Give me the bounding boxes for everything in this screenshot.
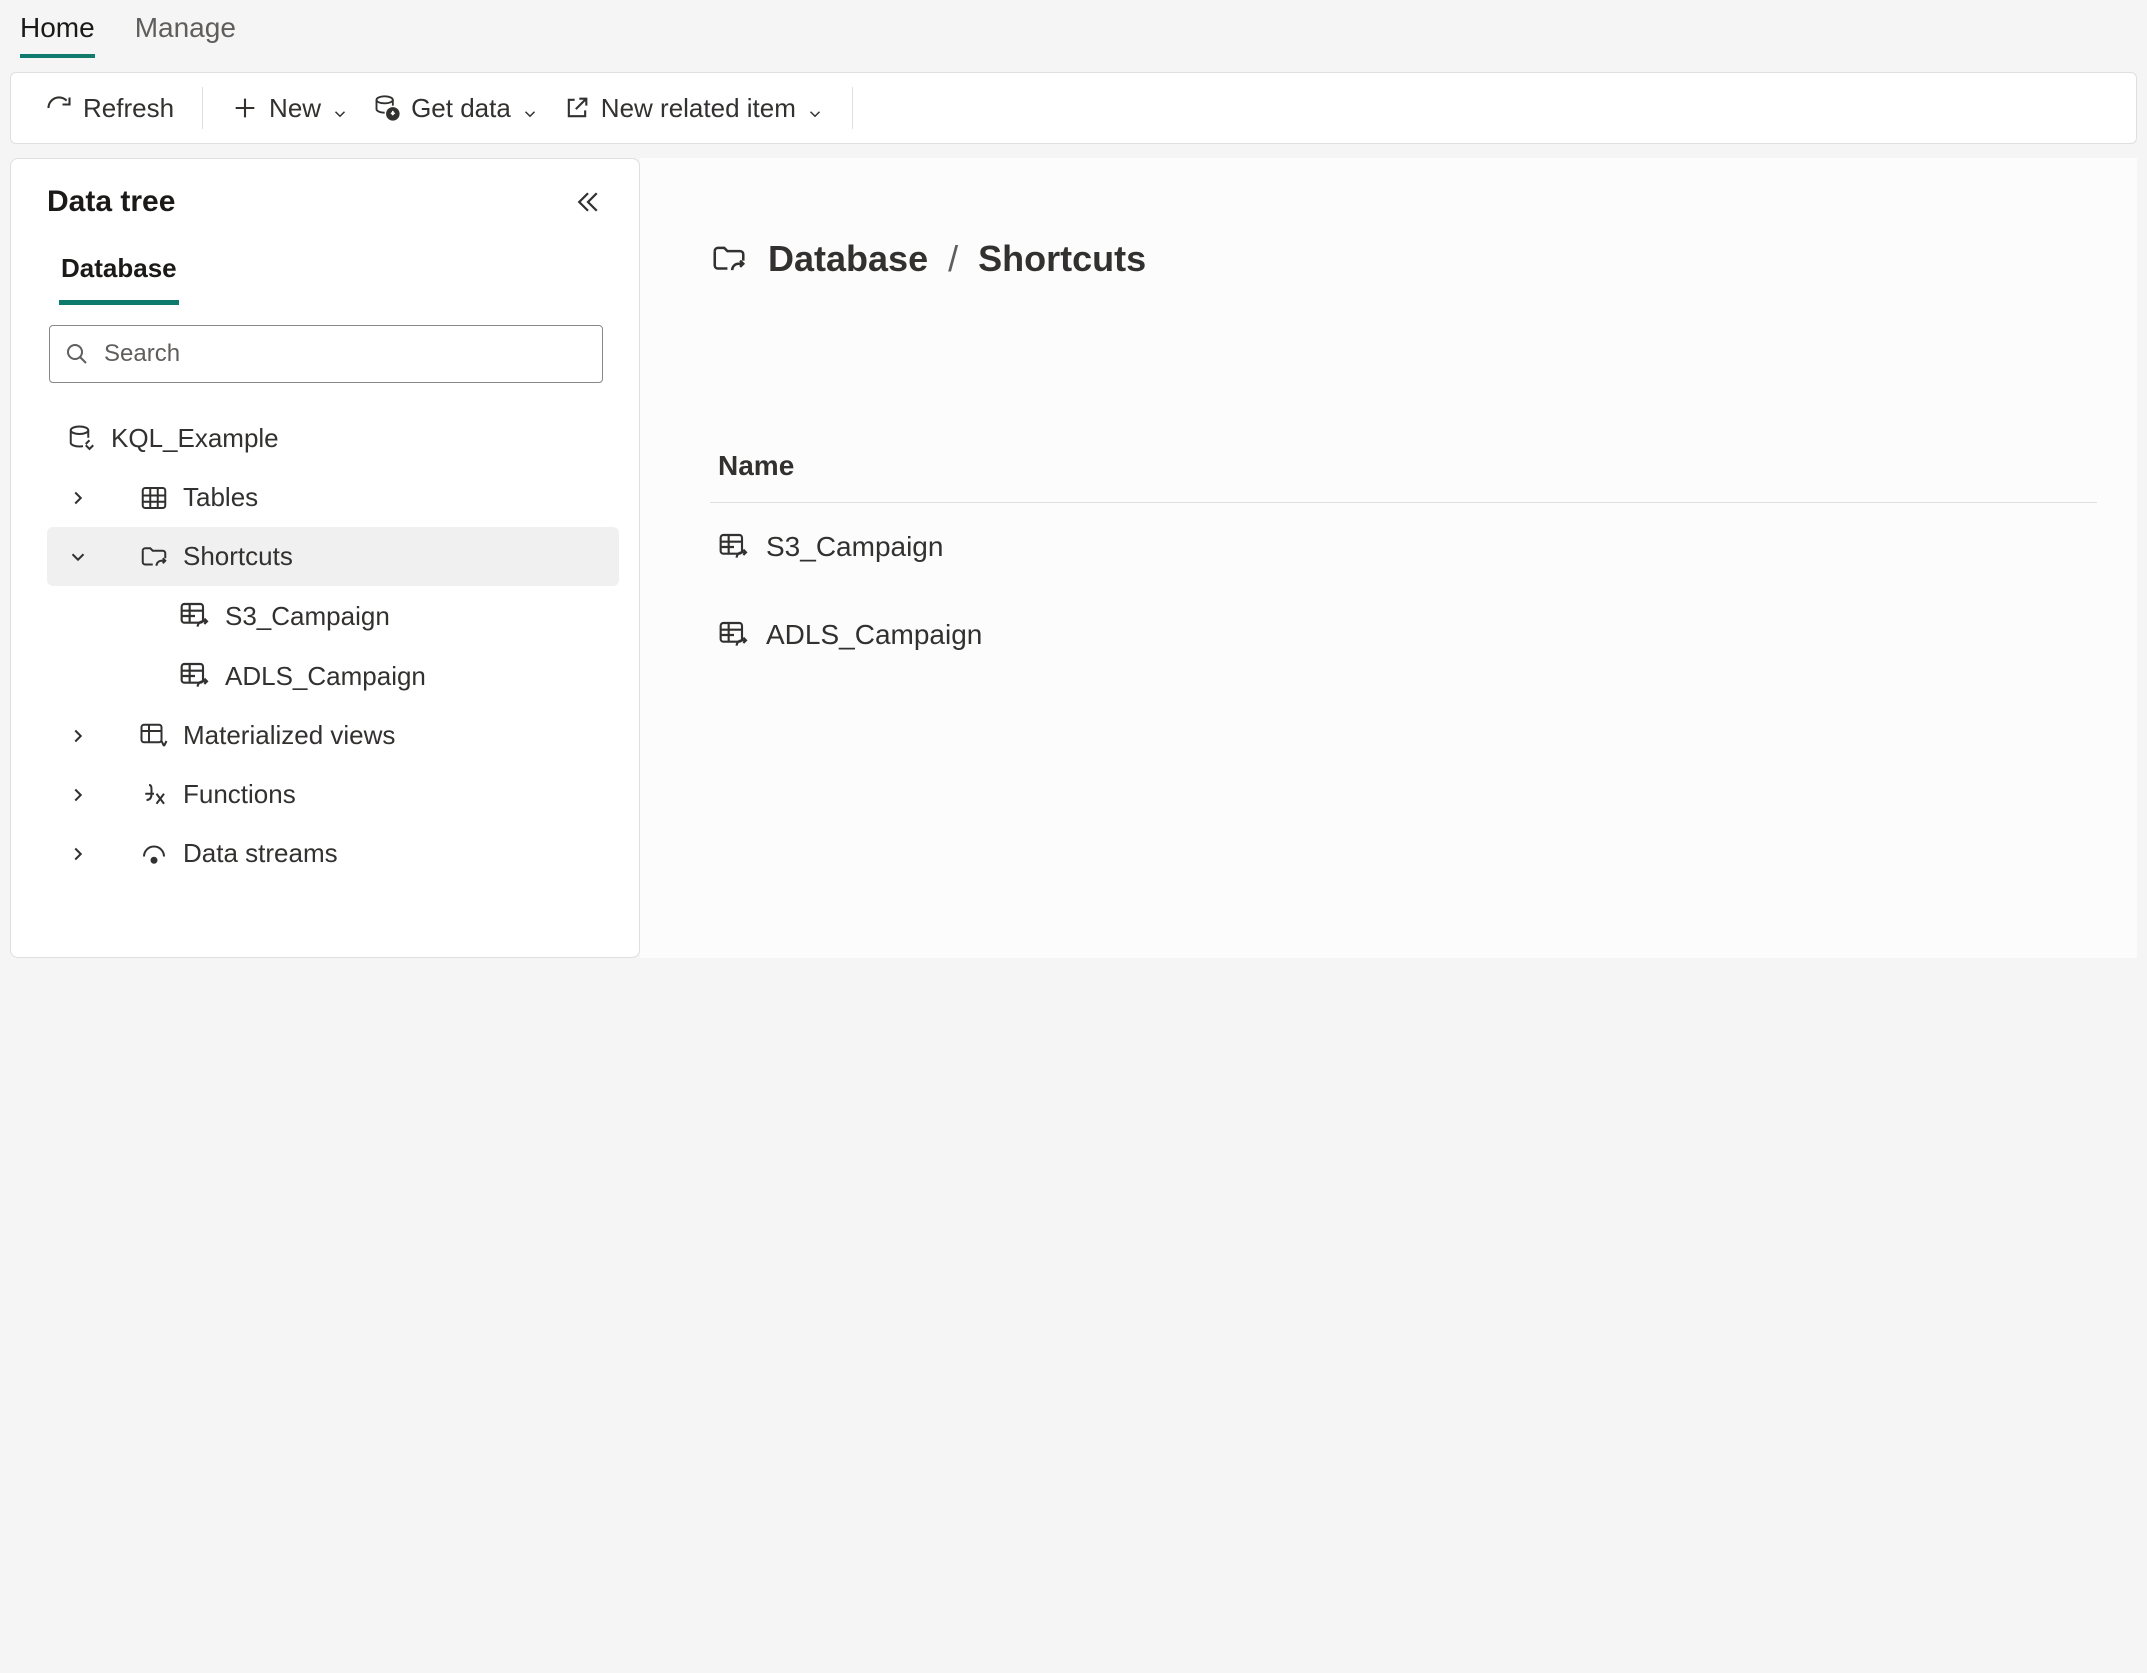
chevron-right-icon[interactable] bbox=[67, 487, 89, 509]
tree-label: Data streams bbox=[183, 838, 338, 869]
top-tabs: Home Manage bbox=[0, 0, 2147, 58]
tab-home[interactable]: Home bbox=[20, 12, 95, 58]
tree-item-s3-campaign[interactable]: S3_Campaign bbox=[47, 586, 619, 646]
toolbar: Refresh New Get data bbox=[10, 72, 2137, 144]
tree-label: Functions bbox=[183, 779, 296, 810]
database-icon bbox=[67, 424, 97, 454]
table-shortcut-icon bbox=[718, 619, 750, 651]
get-data-button[interactable]: Get data bbox=[365, 89, 547, 128]
search-icon bbox=[65, 342, 89, 366]
tree-label: Shortcuts bbox=[183, 541, 293, 572]
tree-label: ADLS_Campaign bbox=[225, 661, 426, 692]
tab-manage[interactable]: Manage bbox=[135, 12, 236, 58]
new-button[interactable]: New bbox=[223, 89, 357, 128]
new-related-item-button[interactable]: New related item bbox=[555, 89, 832, 128]
new-related-label: New related item bbox=[601, 93, 796, 124]
chevron-right-icon[interactable] bbox=[67, 784, 89, 806]
chevron-down-icon bbox=[331, 99, 349, 117]
sidebar-header: Data tree bbox=[11, 185, 639, 239]
tree-label: Tables bbox=[183, 482, 258, 513]
shortcuts-table: Name S3_Campaign bbox=[710, 430, 2097, 679]
breadcrumb: Database / Shortcuts bbox=[710, 238, 2097, 280]
refresh-label: Refresh bbox=[83, 93, 174, 124]
breadcrumb-shortcuts: Shortcuts bbox=[978, 238, 1146, 280]
subtab-database[interactable]: Database bbox=[59, 239, 179, 305]
sidebar-title: Data tree bbox=[47, 185, 175, 219]
breadcrumb-separator: / bbox=[948, 238, 958, 280]
tree-item-materialized-views[interactable]: Materialized views bbox=[47, 706, 619, 765]
tree-item-adls-campaign[interactable]: ADLS_Campaign bbox=[47, 646, 619, 706]
database-download-icon bbox=[373, 94, 401, 122]
folder-shortcut-icon bbox=[710, 240, 748, 278]
tree-item-data-streams[interactable]: Data streams bbox=[47, 824, 619, 883]
chevron-down-icon bbox=[521, 99, 539, 117]
get-data-label: Get data bbox=[411, 93, 511, 124]
new-label: New bbox=[269, 93, 321, 124]
refresh-icon bbox=[45, 94, 73, 122]
table-shortcut-icon bbox=[179, 600, 211, 632]
row-label: ADLS_Campaign bbox=[766, 619, 982, 651]
plus-icon bbox=[231, 94, 259, 122]
toolbar-separator bbox=[852, 87, 853, 129]
table-row[interactable]: S3_Campaign bbox=[710, 503, 2097, 591]
tree-item-functions[interactable]: Functions bbox=[47, 765, 619, 824]
table-row[interactable]: ADLS_Campaign bbox=[710, 591, 2097, 679]
main-container: Data tree Database bbox=[10, 158, 2137, 958]
tree-root-kql-example[interactable]: KQL_Example bbox=[47, 409, 619, 468]
tree-item-tables[interactable]: Tables bbox=[47, 468, 619, 527]
table-shortcut-icon bbox=[179, 660, 211, 692]
open-external-icon bbox=[563, 94, 591, 122]
table-icon bbox=[139, 483, 169, 513]
search-container bbox=[49, 325, 603, 383]
search-input[interactable] bbox=[49, 325, 603, 383]
chevron-down-icon bbox=[806, 99, 824, 117]
breadcrumb-database[interactable]: Database bbox=[768, 238, 928, 280]
row-label: S3_Campaign bbox=[766, 531, 943, 563]
tree-label: S3_Campaign bbox=[225, 601, 390, 632]
tree: KQL_Example Tables bbox=[11, 403, 639, 883]
table-shortcut-icon bbox=[718, 531, 750, 563]
folder-shortcut-icon bbox=[139, 542, 169, 572]
sidebar-subtabs: Database bbox=[11, 239, 639, 305]
materialized-view-icon bbox=[139, 721, 169, 751]
data-tree-panel: Data tree Database bbox=[10, 158, 640, 958]
chevron-right-icon[interactable] bbox=[67, 843, 89, 865]
toolbar-separator bbox=[202, 87, 203, 129]
tree-label: KQL_Example bbox=[111, 423, 279, 454]
tree-label: Materialized views bbox=[183, 720, 395, 751]
chevron-right-icon[interactable] bbox=[67, 725, 89, 747]
tree-item-shortcuts[interactable]: Shortcuts bbox=[47, 527, 619, 586]
refresh-button[interactable]: Refresh bbox=[37, 89, 182, 128]
function-icon bbox=[139, 780, 169, 810]
data-stream-icon bbox=[139, 839, 169, 869]
chevron-down-icon[interactable] bbox=[67, 546, 89, 568]
collapse-panel-icon[interactable] bbox=[573, 187, 603, 217]
table-header-name[interactable]: Name bbox=[710, 430, 2097, 503]
content-panel: Database / Shortcuts Name S3_Campaign bbox=[640, 158, 2137, 958]
